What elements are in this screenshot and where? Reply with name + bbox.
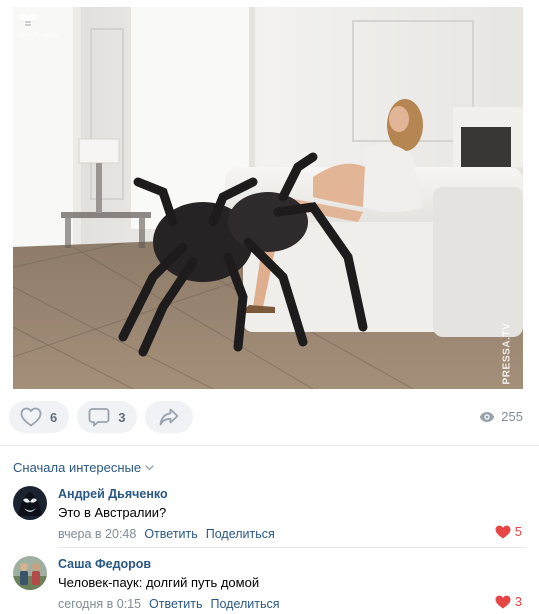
share-link[interactable]: Поделиться — [210, 596, 279, 613]
comment-text: Человек-паук: долгий путь домой — [58, 575, 260, 590]
views-counter: 255 — [479, 409, 523, 424]
share-arrow-icon — [160, 408, 179, 426]
share-button[interactable] — [145, 401, 194, 433]
comment-time[interactable]: вчера в 20:48 — [58, 526, 136, 543]
avatar[interactable] — [13, 486, 47, 520]
post-photo[interactable]: OKA'S OKES PRESSA.TV — [13, 7, 523, 389]
avatar-image — [13, 556, 47, 590]
eye-icon — [480, 411, 495, 422]
comment-divider — [58, 547, 526, 548]
comment-icon — [88, 408, 110, 427]
comment-like-count: 3 — [514, 594, 522, 609]
comment-text: Это в Австралии? — [58, 505, 167, 520]
photo-illustration — [13, 7, 523, 389]
chevron-down-icon — [145, 465, 154, 471]
comment-like-count: 5 — [514, 524, 522, 539]
post-actions: 6 3 — [9, 401, 194, 433]
sort-label: Сначала интересные — [13, 460, 142, 475]
sort-dropdown[interactable]: Сначала интересные — [13, 460, 154, 475]
bee-icon — [19, 14, 37, 28]
comment-time[interactable]: сегодня в 0:15 — [58, 596, 141, 613]
reply-link[interactable]: Ответить — [144, 526, 197, 543]
heart-outline-icon — [20, 407, 42, 427]
heart-filled-icon — [495, 525, 511, 538]
comment-count: 3 — [118, 409, 126, 425]
heart-filled-icon — [495, 595, 511, 608]
like-count: 6 — [50, 409, 58, 425]
reply-link[interactable]: Ответить — [149, 596, 202, 613]
comment-button[interactable]: 3 — [77, 401, 138, 433]
comment-like-button[interactable]: 3 — [495, 594, 522, 609]
comment-author[interactable]: Андрей Дьяченко — [58, 486, 526, 502]
comment-like-button[interactable]: 5 — [495, 524, 522, 539]
watermark-pressa: PRESSA.TV — [501, 322, 513, 385]
divider — [0, 445, 539, 446]
like-button[interactable]: 6 — [9, 401, 70, 433]
watermark-logo-text: OKA'S OKES — [19, 32, 59, 39]
comment-item: Саша Федоров Человек-паук: долгий путь д… — [13, 556, 526, 614]
views-count: 255 — [501, 409, 523, 424]
avatar-image — [13, 486, 47, 520]
watermark-logo: OKA'S OKES — [19, 11, 59, 39]
comment-item: Андрей Дьяченко Это в Австралии? вчера в… — [13, 486, 526, 544]
comment-author[interactable]: Саша Федоров — [58, 556, 526, 572]
avatar[interactable] — [13, 556, 47, 590]
share-link[interactable]: Поделиться — [206, 526, 275, 543]
